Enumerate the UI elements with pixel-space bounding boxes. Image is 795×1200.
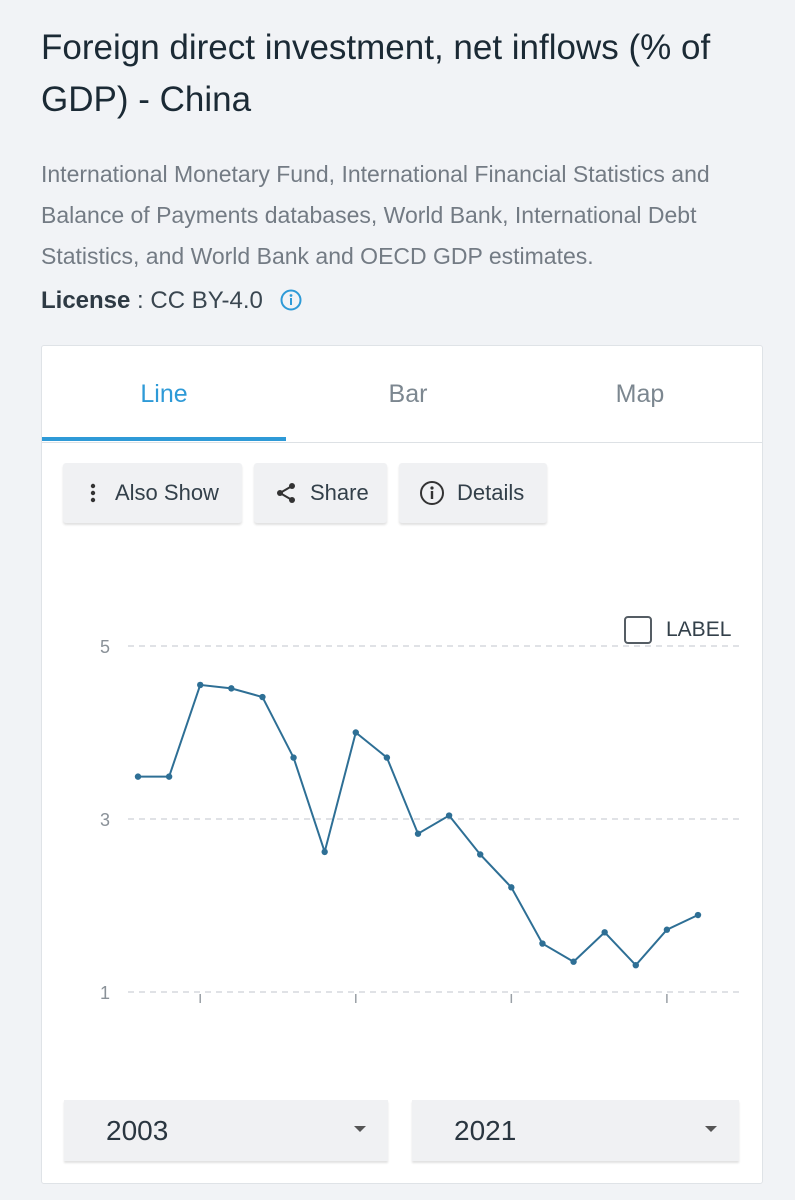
data-point <box>663 926 671 933</box>
license-value: CC BY-4.0 <box>150 287 263 314</box>
chevron-down-icon <box>354 1126 366 1132</box>
tab-map[interactable]: Map <box>518 346 762 442</box>
line-chart: 1 3 5 <box>100 637 742 1003</box>
page-title: Foreign direct investment, net inflows (… <box>41 28 711 119</box>
data-point <box>570 958 577 965</box>
details-label: Details <box>457 480 525 505</box>
license-separator: : <box>130 287 151 314</box>
also-show-button[interactable]: Also Show <box>63 463 242 523</box>
data-point <box>601 929 608 936</box>
chevron-down-icon <box>705 1126 717 1132</box>
data-point <box>228 685 235 692</box>
active-tab-indicator <box>42 437 286 441</box>
also-show-label: Also Show <box>115 480 219 505</box>
data-point <box>414 830 422 837</box>
info-icon <box>420 481 444 505</box>
label-toggle[interactable]: LABEL <box>624 616 731 644</box>
data-point <box>134 773 142 780</box>
view-tabs: Line Bar Map <box>42 346 762 443</box>
data-point <box>290 754 297 761</box>
more-vertical-icon <box>90 483 96 503</box>
details-button[interactable]: Details <box>399 463 547 523</box>
start-year-value: 2003 <box>106 1114 169 1146</box>
label-toggle-text: LABEL <box>666 618 732 641</box>
label-checkbox[interactable] <box>624 616 652 644</box>
data-point <box>165 773 173 780</box>
series-line <box>138 683 699 967</box>
data-point <box>321 848 328 856</box>
data-point <box>632 961 639 969</box>
data-point <box>197 681 204 689</box>
source-text: International Monetary Fund, Internation… <box>41 161 710 269</box>
data-point <box>383 754 391 761</box>
share-icon <box>277 483 295 503</box>
data-point <box>539 940 546 947</box>
data-point <box>508 884 515 891</box>
data-point <box>445 812 453 819</box>
share-button[interactable]: Share <box>254 463 387 523</box>
start-year-select[interactable]: 2003 <box>64 1100 388 1161</box>
share-label: Share <box>310 480 369 505</box>
y-tick-label: 5 <box>100 637 110 657</box>
end-year-select[interactable]: 2021 <box>412 1100 739 1161</box>
info-icon[interactable] <box>280 287 302 321</box>
data-point <box>694 911 702 919</box>
tab-line[interactable]: Line <box>42 346 286 442</box>
data-point <box>352 729 359 736</box>
y-tick-label: 1 <box>100 983 110 1003</box>
chart-card: Line Bar Map Also Show Share Details 1 3 5… <box>41 345 763 1184</box>
tab-bar[interactable]: Bar <box>286 346 530 442</box>
license-label: License <box>41 287 131 314</box>
end-year-value: 2021 <box>454 1114 517 1146</box>
y-tick-label: 3 <box>100 810 110 830</box>
data-point <box>259 693 266 701</box>
license: License : CC BY-4.0 <box>41 284 302 321</box>
data-point <box>477 851 484 858</box>
